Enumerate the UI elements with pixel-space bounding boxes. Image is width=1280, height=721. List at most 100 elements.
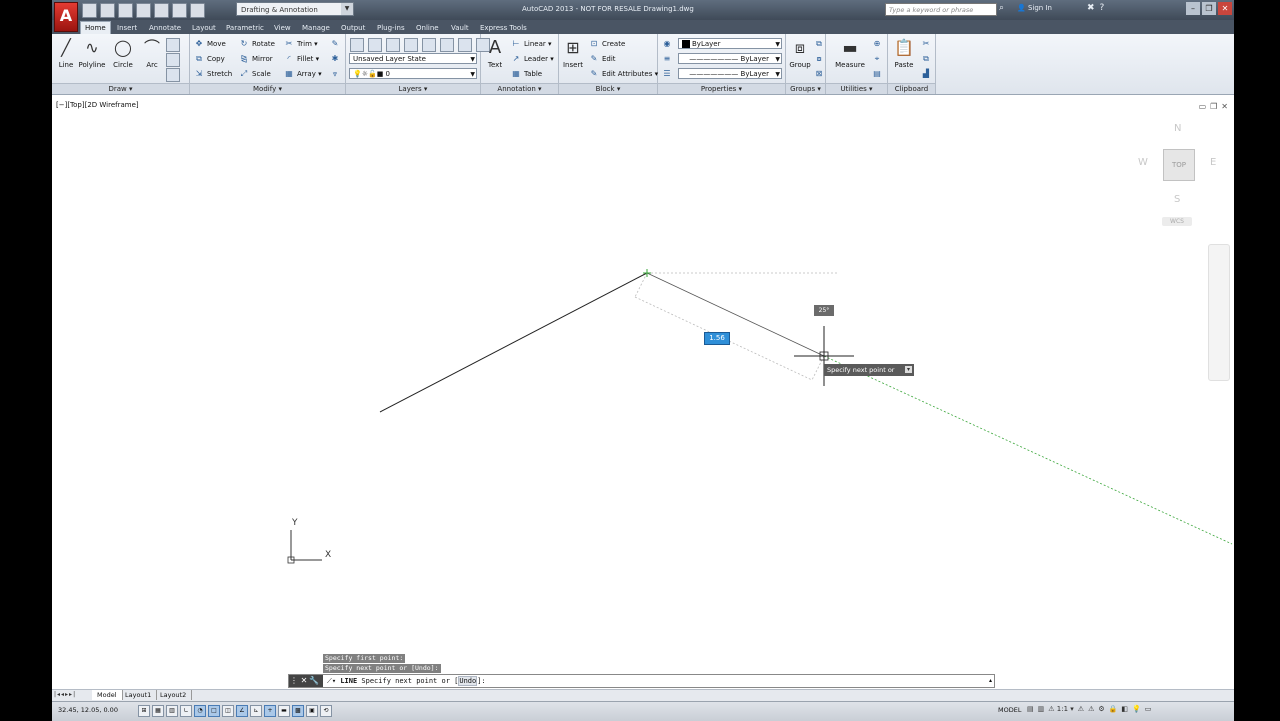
3d-osnap-toggle[interactable]: ◫ (222, 705, 234, 717)
help-icon[interactable]: ? (1100, 3, 1105, 13)
grip-icon[interactable]: ⋮ (289, 675, 299, 687)
save-as-icon[interactable] (136, 3, 151, 18)
tab-model[interactable]: Model (92, 690, 123, 700)
properties-panel-title[interactable]: Properties ▾ (658, 83, 785, 94)
table-tool[interactable]: ▦ Table (511, 68, 542, 80)
tab-home[interactable]: Home (80, 21, 111, 34)
text-tool[interactable]: A Text (481, 37, 509, 69)
layer-off-icon[interactable] (386, 38, 400, 52)
command-line-handle[interactable]: ⋮ ✕ 🔧 (289, 675, 323, 687)
trim-tool[interactable]: ✂ Trim ▾ (284, 38, 318, 50)
tab-manage[interactable]: Manage (298, 22, 334, 34)
layer-state-select[interactable]: Unsaved Layer State ▼ (349, 53, 477, 64)
drawing-area[interactable]: [−][Top][2D Wireframe] ▭ ❐ ✕ N W TOP E S… (52, 99, 1234, 687)
color-select[interactable]: ByLayer ▼ (678, 38, 782, 49)
draw-panel-title[interactable]: Draw ▾ (52, 83, 189, 94)
close-icon[interactable]: ✕ (299, 675, 309, 687)
search-icon[interactable]: ⌕ (999, 3, 1011, 15)
clean-screen-icon[interactable]: ▭ (1145, 705, 1152, 713)
array-tool[interactable]: ▦ Array ▾ (284, 68, 321, 80)
match-properties-tool[interactable]: ◉ (662, 38, 675, 50)
move-tool[interactable]: ✥ Move (194, 38, 226, 50)
edit-block-tool[interactable]: ✎ Edit (589, 53, 616, 65)
layer-lock-icon[interactable] (440, 38, 454, 52)
tab-layout1[interactable]: Layout1 (120, 690, 158, 700)
match-tool[interactable]: ▟ (921, 68, 934, 80)
tab-annotate[interactable]: Annotate (145, 22, 185, 34)
transparency-toggle[interactable]: ▩ (292, 705, 304, 717)
snap-toggle[interactable]: ▦ (152, 705, 164, 717)
layout-nav-arrows[interactable]: |◂◂▸▸| (54, 691, 76, 698)
tab-insert[interactable]: Insert (113, 22, 141, 34)
arc-tool[interactable]: ⌒ Arc (138, 37, 166, 69)
chevron-down-icon[interactable]: ▾ (905, 366, 912, 373)
stretch-tool[interactable]: ⇲ Stretch (194, 68, 233, 80)
lineweight-tool[interactable]: ☰ (662, 68, 675, 80)
quick-select-tool[interactable]: ⊕ (872, 38, 885, 50)
dyn-toggle[interactable]: + (264, 705, 276, 717)
hatch-tool[interactable] (166, 53, 182, 67)
copy-clip-tool[interactable]: ⧉ (921, 53, 934, 65)
rectangle-tool[interactable] (166, 38, 182, 52)
create-block-tool[interactable]: ⊡ Create (589, 38, 626, 50)
layer-isolate-icon[interactable] (404, 38, 418, 52)
undo-option[interactable]: Undo (458, 676, 478, 686)
region-tool[interactable] (166, 68, 182, 82)
polyline-tool[interactable]: ∿ Polyline (78, 37, 106, 69)
copy-tool[interactable]: ⧉ Copy (194, 53, 225, 65)
workspace-select[interactable]: Drafting & Annotation ▼ (236, 2, 354, 16)
annotation-visibility-icon[interactable]: ⚠ (1078, 705, 1084, 713)
measure-tool[interactable]: ▬ Measure (832, 37, 868, 69)
tab-layout[interactable]: Layout (188, 22, 220, 34)
explode-tool[interactable]: ✱ (330, 53, 343, 65)
layer-match-icon[interactable] (458, 38, 472, 52)
id-point-tool[interactable]: ⌖ (872, 53, 885, 65)
circle-tool[interactable]: ◯ Circle (109, 37, 137, 69)
osnap-toggle[interactable]: □ (208, 705, 220, 717)
quick-properties-toggle[interactable]: ▣ (306, 705, 318, 717)
dynamic-input-angle[interactable]: 25° (814, 305, 834, 316)
tab-vault[interactable]: Vault (447, 22, 473, 34)
open-icon[interactable] (100, 3, 115, 18)
erase-tool[interactable]: ✎ (330, 38, 343, 50)
linear-tool[interactable]: ⊢ Linear ▾ (511, 38, 552, 50)
lock-icon[interactable]: 🔒 (1109, 705, 1118, 713)
calculator-tool[interactable]: ▤ (872, 68, 885, 80)
cut-tool[interactable]: ✂ (921, 38, 934, 50)
layer-properties-icon[interactable] (350, 38, 364, 52)
command-line[interactable]: ⋮ ✕ 🔧 ⟋▾ LINE Specify next point or [Undo]… (288, 674, 995, 688)
hardware-acceleration-icon[interactable]: ◧ (1121, 705, 1128, 713)
layers-panel-title[interactable]: Layers ▾ (346, 83, 480, 94)
line-segment-1[interactable] (379, 272, 648, 413)
edit-attributes-tool[interactable]: ✎ Edit Attributes ▾ (589, 68, 658, 80)
rotate-tool[interactable]: ↻ Rotate (239, 38, 275, 50)
utilities-panel-title[interactable]: Utilities ▾ (826, 83, 887, 94)
polar-toggle[interactable]: ◔ (194, 705, 206, 717)
infer-constraints-toggle[interactable]: ⊞ (138, 705, 150, 717)
group-tool[interactable]: ⧈ Group (786, 37, 814, 69)
sign-in-link[interactable]: 👤 Sign In (1017, 4, 1052, 12)
layer-states-icon[interactable] (368, 38, 382, 52)
lineweight-select[interactable]: ——————— ByLayer ▼ (678, 68, 782, 79)
mirror-tool[interactable]: ⧎ Mirror (239, 53, 273, 65)
block-panel-title[interactable]: Block ▾ (559, 83, 657, 94)
workspace-switching-icon[interactable]: ⚙ (1098, 705, 1104, 713)
tab-online[interactable]: Online (412, 22, 443, 34)
undo-icon[interactable] (172, 3, 187, 18)
modify-panel-title[interactable]: Modify ▾ (190, 83, 345, 94)
layer-select[interactable]: 💡☼🔓■ 0 ▼ (349, 68, 477, 79)
clipboard-panel-title[interactable]: Clipboard (888, 83, 935, 94)
insert-tool[interactable]: ⊞ Insert (559, 37, 587, 69)
ducs-toggle[interactable]: ⊾ (250, 705, 262, 717)
lineweight-toggle[interactable]: ▬ (278, 705, 290, 717)
annotation-panel-title[interactable]: Annotation ▾ (481, 83, 558, 94)
application-menu-button[interactable]: A (54, 2, 78, 32)
annotation-scale[interactable]: ⚠ 1:1 ▾ (1048, 705, 1074, 713)
tab-express-tools[interactable]: Express Tools (476, 22, 531, 34)
scale-tool[interactable]: ⤢ Scale (239, 68, 271, 80)
auto-scale-icon[interactable]: ⚠ (1088, 705, 1094, 713)
chevron-up-icon[interactable]: ▴ (989, 675, 992, 687)
tab-parametric[interactable]: Parametric (222, 22, 268, 34)
search-input[interactable]: Type a keyword or phrase (885, 3, 997, 16)
restore-button[interactable]: ❐ (1202, 2, 1216, 15)
